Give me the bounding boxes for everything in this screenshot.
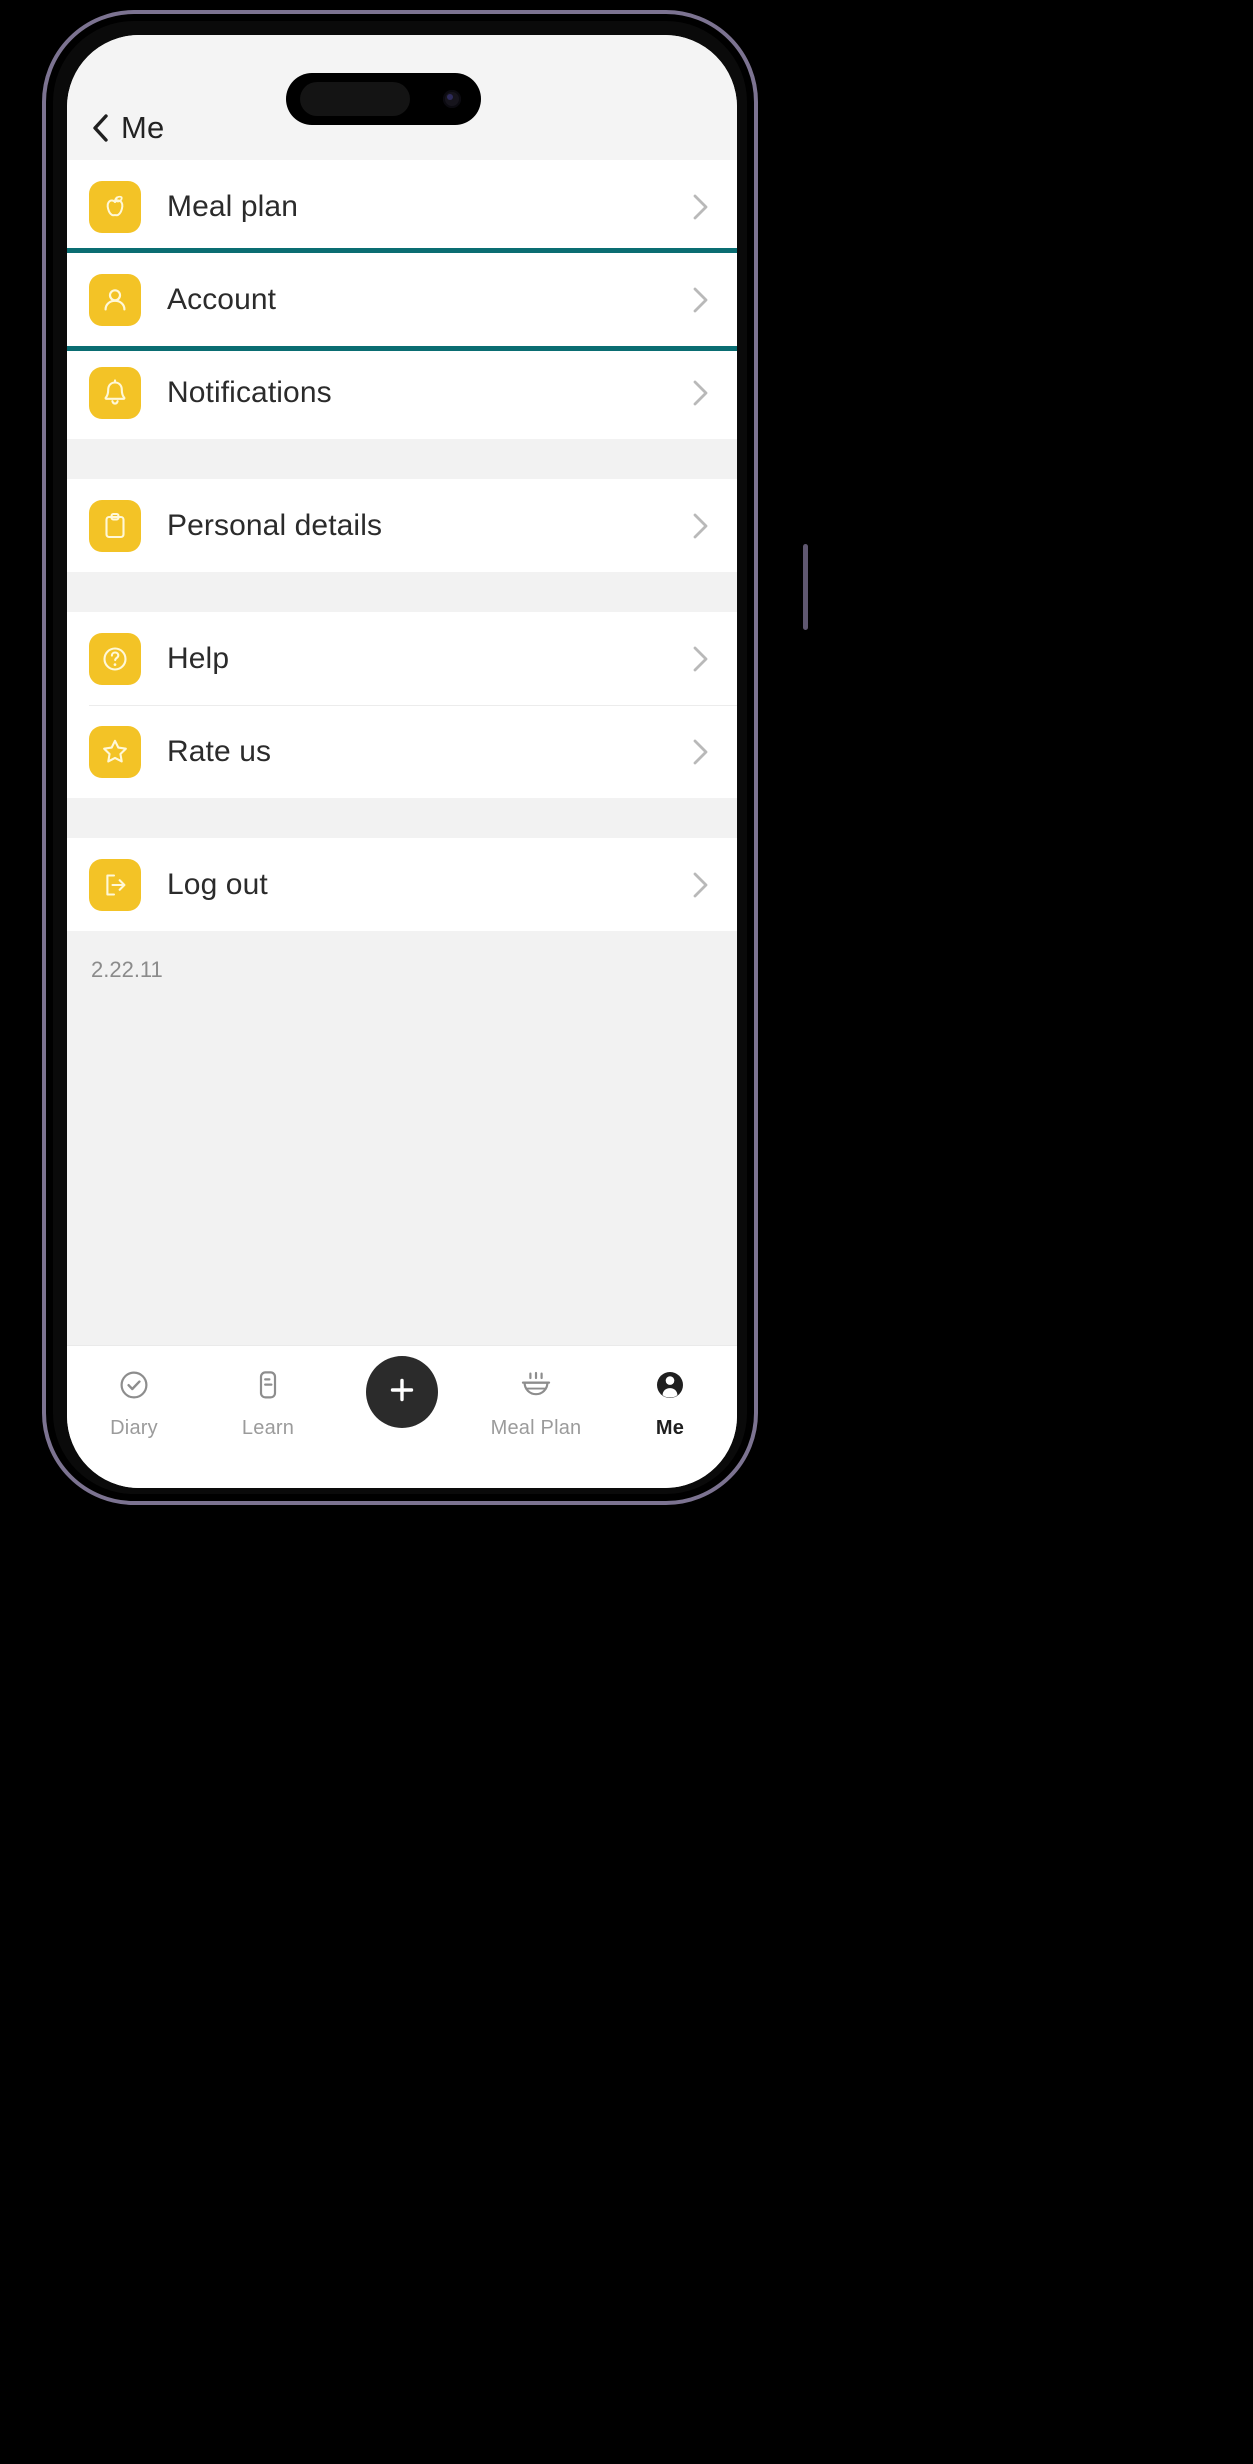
dynamic-island [286, 73, 481, 125]
chevron-right-icon [692, 286, 709, 314]
tab-diary[interactable]: Diary [67, 1364, 201, 1440]
person-icon [89, 273, 141, 326]
tab-label: Diary [110, 1417, 158, 1439]
settings-group: Meal plan Account Notifications [67, 160, 737, 439]
settings-row-notifications[interactable]: Notifications [67, 346, 737, 439]
group-separator [67, 572, 737, 612]
settings-row-meal-plan[interactable]: Meal plan [67, 160, 737, 253]
chevron-right-icon [692, 871, 709, 899]
chevron-right-icon [692, 512, 709, 540]
tab-label: Me [655, 1417, 685, 1439]
settings-row-label: Personal details [167, 508, 383, 542]
settings-row-account-highlight: Account [67, 248, 737, 351]
settings-row-account[interactable]: Account [67, 253, 737, 346]
group-separator [67, 798, 737, 838]
add-button[interactable] [366, 1356, 438, 1428]
page-title: Me [121, 110, 165, 145]
settings-row-personal-details[interactable]: Personal details [67, 479, 737, 572]
settings-row-log-out[interactable]: Log out [67, 838, 737, 931]
phone-frame: Me Meal plan Account Notifications Perso… [42, 10, 808, 1505]
settings-group: Help Rate us [67, 612, 737, 798]
settings-row-label: Meal plan [167, 189, 298, 223]
chevron-right-icon [692, 193, 709, 221]
tab-meal-plan[interactable]: Meal Plan [469, 1364, 603, 1440]
settings-group: Personal details [67, 479, 737, 572]
back-button[interactable]: Me [91, 110, 164, 146]
settings-row-rate-us[interactable]: Rate us [67, 705, 737, 798]
plus-icon [385, 1373, 419, 1412]
tab-learn[interactable]: Learn [201, 1364, 335, 1440]
settings-row-label: Help [167, 641, 230, 675]
tab-label: Learn [241, 1417, 295, 1439]
settings-row-label: Rate us [167, 734, 272, 768]
check-circle-icon [116, 1364, 152, 1406]
group-separator [67, 439, 737, 479]
app-version-label: 2.22.11 [67, 931, 737, 983]
bottom-tab-bar: Diary Learn Meal Plan Me [67, 1345, 737, 1488]
document-icon [250, 1364, 286, 1406]
settings-row-label: Account [167, 282, 277, 316]
phone-screen: Me Meal plan Account Notifications Perso… [67, 35, 737, 1488]
tab-me[interactable]: Me [603, 1364, 737, 1440]
settings-list[interactable]: Meal plan Account Notifications Personal… [67, 160, 737, 1345]
island-pill [300, 82, 410, 116]
camera-glint [447, 94, 453, 100]
star-icon [89, 725, 141, 778]
bell-icon [89, 366, 141, 419]
settings-row-label: Notifications [167, 375, 332, 409]
settings-row-help[interactable]: Help [67, 612, 737, 705]
question-circle-icon [89, 632, 141, 685]
chevron-right-icon [692, 379, 709, 407]
settings-group: Log out [67, 838, 737, 931]
bowl-icon [517, 1364, 555, 1406]
chevron-right-icon [692, 738, 709, 766]
clipboard-icon [89, 499, 141, 552]
avatar-icon [652, 1364, 688, 1406]
settings-row-label: Log out [167, 867, 268, 901]
chevron-left-icon [91, 113, 109, 143]
power-button[interactable] [803, 544, 808, 630]
tab-label: Meal Plan [490, 1417, 582, 1439]
chevron-right-icon [692, 645, 709, 673]
logout-icon [89, 858, 141, 911]
front-camera-icon [443, 90, 461, 108]
apple-icon [89, 180, 141, 233]
